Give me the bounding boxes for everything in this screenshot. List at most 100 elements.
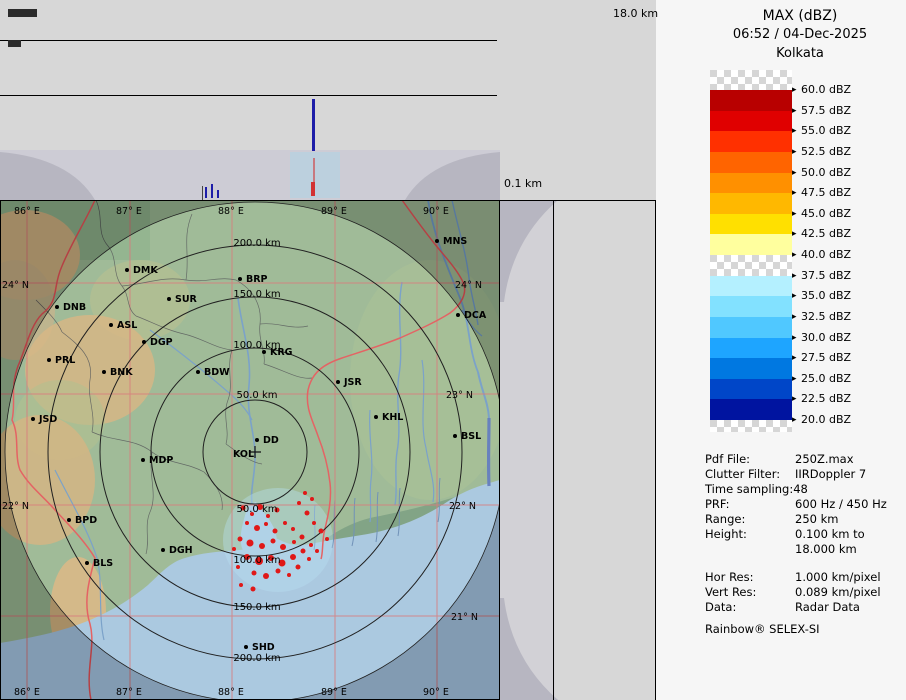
info-label: Data: <box>705 600 736 614</box>
info-value: 18.000 km <box>795 542 857 556</box>
info-label: Pdf File: <box>705 452 750 466</box>
city-marker <box>67 518 71 522</box>
echo-speck <box>307 557 311 561</box>
colorbar-band <box>710 131 792 152</box>
legend-level: ▸25.0 dBZ <box>792 372 851 385</box>
level-arrow-icon: ▸ <box>792 250 801 260</box>
city-label: DCA <box>464 310 487 321</box>
lon-label: 89° E <box>321 206 347 217</box>
level-label: 32.5 dBZ <box>801 310 851 323</box>
info-label: Hor Res: <box>705 570 753 584</box>
city-marker <box>336 380 340 384</box>
lat-label: 22° N <box>449 501 476 512</box>
city-marker <box>161 548 165 552</box>
city-marker <box>109 323 113 327</box>
info-value: 1.000 km/pixel <box>795 570 881 584</box>
echo-speck <box>300 535 305 540</box>
lat-label: 23° N <box>446 390 473 401</box>
legend-level: ▸35.0 dBZ <box>792 289 851 302</box>
city-label-radar-site: KOL <box>233 449 254 460</box>
lon-label: 86° E <box>14 687 40 698</box>
legend-level: ▸55.0 dBZ <box>792 124 851 137</box>
city-label: DGH <box>169 545 193 556</box>
echo-speck <box>296 565 301 570</box>
legend-level: ▸32.5 dBZ <box>792 310 851 323</box>
level-arrow-icon: ▸ <box>792 209 801 219</box>
city-marker <box>31 417 35 421</box>
legend-level: ▸42.5 dBZ <box>792 227 851 240</box>
level-label: 55.0 dBZ <box>801 124 851 137</box>
level-arrow-icon: ▸ <box>792 271 801 281</box>
lat-label: 24° N <box>2 280 29 291</box>
legend-level: ▸60.0 dBZ <box>792 83 851 96</box>
level-label: 37.5 dBZ <box>801 269 851 282</box>
city-label: BPD <box>75 515 97 526</box>
info-label: Clutter Filter: <box>705 467 780 481</box>
info-value: 250Z.max <box>795 452 854 466</box>
city-label: BLS <box>93 558 113 569</box>
lat-label: 21° N <box>451 612 478 623</box>
city-label: KHL <box>382 412 403 423</box>
info-value: 250 km <box>795 512 838 526</box>
echo-speck <box>271 539 276 544</box>
ring-label: 50.0 km <box>237 390 278 401</box>
info-value: 0.100 km to <box>795 527 865 541</box>
level-arrow-icon: ▸ <box>792 147 801 157</box>
level-label: 50.0 dBZ <box>801 166 851 179</box>
level-arrow-icon: ▸ <box>792 374 801 384</box>
level-label: 52.5 dBZ <box>801 145 851 158</box>
colorbar-band <box>710 111 792 132</box>
product-datetime: 06:52 / 04-Dec-2025 <box>694 27 906 42</box>
level-arrow-icon: ▸ <box>792 291 801 301</box>
city-marker <box>55 305 59 309</box>
info-row: Vert Res:0.089 km/pixel <box>705 585 905 599</box>
colorbar-band <box>710 173 792 194</box>
legend-level: ▸52.5 dBZ <box>792 145 851 158</box>
city-marker <box>453 434 457 438</box>
colorbar-band <box>710 420 792 432</box>
city-label: JSD <box>38 414 57 425</box>
echo-side-red <box>311 182 315 196</box>
city-label: BNK <box>110 367 133 378</box>
product-title: MAX (dBZ) <box>694 8 906 24</box>
echo-speck <box>238 537 243 542</box>
legend-level: ▸47.5 dBZ <box>792 186 851 199</box>
city-label: MNS <box>443 236 467 247</box>
lon-label: 88° E <box>218 687 244 698</box>
level-label: 57.5 dBZ <box>801 104 851 117</box>
level-label: 47.5 dBZ <box>801 186 851 199</box>
right-side-panel <box>500 200 656 700</box>
city-marker <box>238 277 242 281</box>
colorbar-band <box>710 70 792 90</box>
colorbar-band <box>710 90 792 111</box>
echo-speck <box>273 529 278 534</box>
level-arrow-icon: ▸ <box>792 106 801 116</box>
city-marker <box>47 358 51 362</box>
echo-tick <box>211 184 213 198</box>
level-label: 25.0 dBZ <box>801 372 851 385</box>
colorbar-band <box>710 255 792 276</box>
city-label: DD <box>263 435 279 446</box>
ring-label: 200.0 km <box>233 238 280 249</box>
level-label: 20.0 dBZ <box>801 413 851 426</box>
echo-speck <box>283 521 287 525</box>
echo-speck <box>276 569 281 574</box>
city-label: BDW <box>204 367 230 378</box>
city-label: MDP <box>149 455 173 466</box>
city-marker <box>255 438 259 442</box>
echo-tick <box>217 190 219 198</box>
level-label: 27.5 dBZ <box>801 351 851 364</box>
echo-side-red <box>313 158 315 182</box>
ring-label: 100.0 km <box>233 555 280 566</box>
city-marker <box>196 370 200 374</box>
echo-tick <box>202 186 203 200</box>
info-label: Range: <box>705 512 745 526</box>
city-marker <box>102 370 106 374</box>
city-label: JSR <box>343 377 362 388</box>
ring-label: 50.0 km <box>237 504 278 515</box>
echo-speck <box>280 544 286 550</box>
legend-level: ▸57.5 dBZ <box>792 104 851 117</box>
axis-tick-mark <box>8 40 21 47</box>
echo-speck <box>290 554 296 560</box>
lon-label: 86° E <box>14 206 40 217</box>
